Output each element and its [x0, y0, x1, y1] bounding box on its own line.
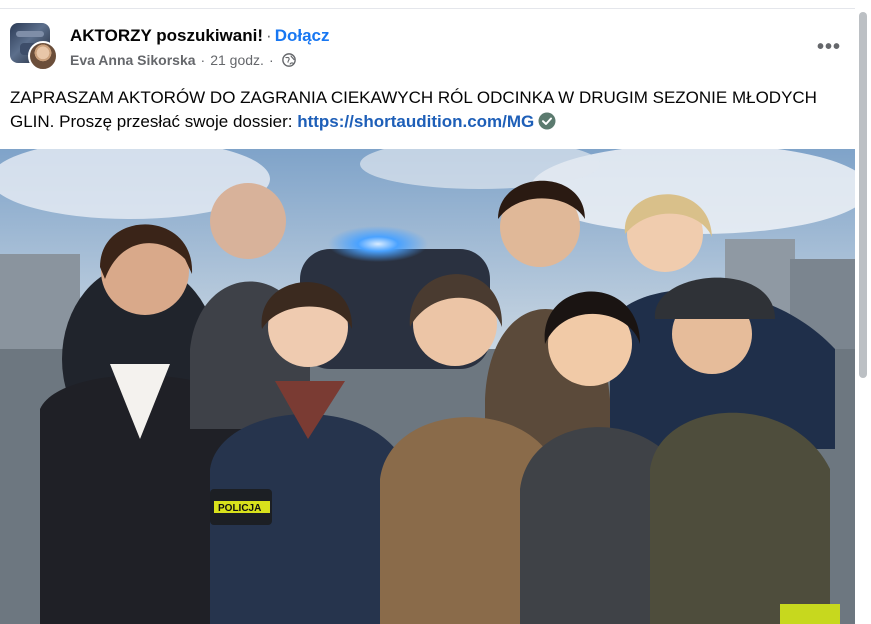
- post-meta: Eva Anna Sikorska · 21 godz. ·: [70, 51, 296, 69]
- user-avatar[interactable]: [28, 41, 58, 71]
- check-circle-icon: [538, 112, 556, 130]
- join-button[interactable]: Dołącz: [275, 26, 330, 45]
- post-title-line: AKTORZY poszukiwani! · Dołącz: [70, 25, 329, 47]
- globe-icon: [281, 53, 296, 67]
- separator-dot: ·: [266, 26, 272, 45]
- cast-photo: POLICJA: [0, 149, 855, 624]
- audition-link[interactable]: https://shortaudition.com/MG: [297, 112, 534, 131]
- post-header: AKTORZY poszukiwani! · Dołącz Eva Anna Sik…: [10, 23, 845, 75]
- police-badge-text: POLICJA: [218, 503, 261, 514]
- post-timestamp[interactable]: 21 godz.: [210, 51, 264, 69]
- post-image[interactable]: POLICJA: [0, 149, 855, 624]
- scrollbar-thumb[interactable]: [859, 12, 867, 378]
- author-link[interactable]: Eva Anna Sikorska: [70, 51, 196, 69]
- more-options-icon[interactable]: •••: [815, 33, 843, 61]
- avatar-group[interactable]: [10, 23, 58, 71]
- group-post: AKTORZY poszukiwani! · Dołącz Eva Anna Sik…: [0, 8, 855, 624]
- post-text: ZAPRASZAM AKTORÓW DO ZAGRANIA CIEKAWYCH …: [10, 86, 848, 134]
- group-name-link[interactable]: AKTORZY poszukiwani!: [70, 26, 263, 45]
- separator-dot: ·: [200, 52, 206, 68]
- separator-dot: ·: [268, 52, 274, 68]
